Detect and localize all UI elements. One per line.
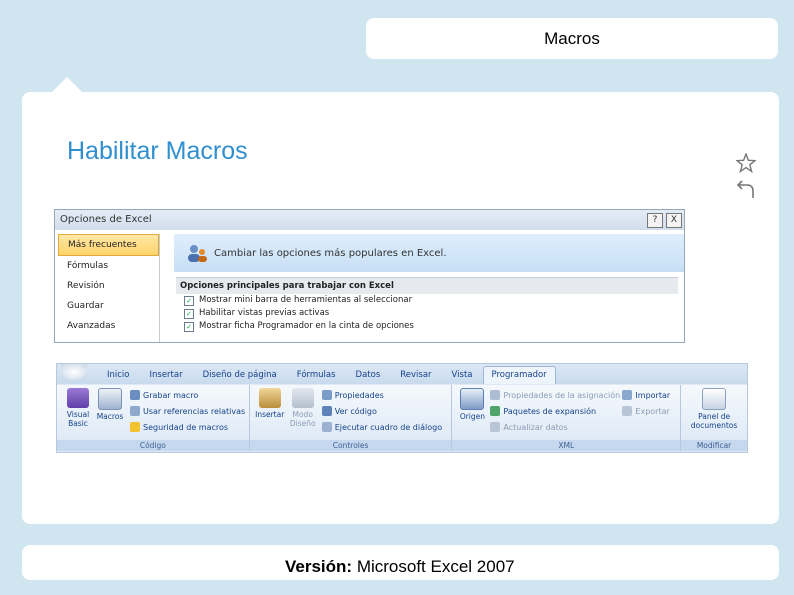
document-panel-button[interactable]: Panel de documentos — [689, 388, 739, 430]
tab-diseno-pagina[interactable]: Diseño de página — [193, 370, 287, 384]
tab-revisar[interactable]: Revisar — [390, 370, 441, 384]
sidebar-item-mas-frecuentes[interactable]: Más frecuentes — [58, 234, 159, 256]
export-button[interactable]: Exportar — [622, 405, 670, 417]
macro-security-button[interactable]: Seguridad de macros — [130, 421, 228, 433]
version-value: Microsoft Excel 2007 — [352, 557, 515, 576]
title-text: Macros — [544, 28, 600, 48]
record-macro-button[interactable]: Grabar macro — [130, 389, 198, 401]
group-label-codigo: Código — [57, 440, 249, 451]
visual-basic-button[interactable]: Visual Basic — [61, 388, 95, 428]
xml-source-button[interactable]: Origen — [455, 388, 489, 421]
tab-datos[interactable]: Datos — [346, 370, 391, 384]
sidebar-item-avanzadas[interactable]: Avanzadas — [58, 316, 159, 336]
users-icon — [188, 245, 207, 262]
banner-text: Cambiar las opciones más populares en Ex… — [214, 247, 447, 259]
tab-vista[interactable]: Vista — [442, 370, 483, 384]
map-icon — [490, 390, 501, 400]
group-label-modificar: Modificar — [681, 440, 747, 451]
group-xml: Origen Propiedades de la asignación Paqu… — [452, 385, 682, 451]
design-mode-icon — [291, 388, 314, 408]
properties-button[interactable]: Propiedades — [321, 389, 384, 401]
export-icon — [622, 406, 633, 416]
footer-text: Versión: Microsoft Excel 2007 — [285, 557, 515, 577]
dialog-icon — [321, 422, 332, 432]
slide-heading: Habilitar Macros — [67, 137, 248, 165]
tab-formulas[interactable]: Fórmulas — [287, 370, 346, 384]
back-arrow-icon[interactable] — [736, 179, 756, 199]
group-label-controles: Controles — [249, 440, 452, 451]
refresh-data-button[interactable]: Actualizar datos — [490, 421, 568, 433]
grid-icon — [130, 406, 140, 416]
macros-icon — [98, 388, 122, 410]
warning-icon — [130, 422, 140, 432]
group-codigo: Visual Basic Macros Grabar macro Usar re… — [57, 385, 250, 451]
insert-control-button[interactable]: Insertar — [253, 388, 287, 419]
section-header: Opciones principales para trabajar con E… — [176, 277, 678, 294]
excel-options-dialog: Opciones de Excel ? X Más frecuentes Fór… — [54, 209, 685, 343]
checkbox-checked[interactable]: ✓ — [184, 321, 194, 332]
tab-programador[interactable]: Programador — [482, 366, 556, 384]
properties-icon — [321, 390, 332, 400]
expansion-packs-button[interactable]: Paquetes de expansión — [490, 405, 596, 417]
version-label: Versión: — [285, 557, 353, 576]
tab-insertar[interactable]: Insertar — [140, 370, 193, 384]
close-button[interactable]: X — [666, 213, 682, 228]
group-controles: Insertar Modo Diseño Propiedades Ver cód… — [249, 385, 453, 451]
ribbon-tabs: Inicio Insertar Diseño de página Fórmula… — [57, 364, 747, 384]
option-row[interactable]: ✓ Mostrar ficha Programador en la cinta d… — [174, 320, 684, 333]
design-mode-button[interactable]: Modo Diseño — [286, 388, 320, 428]
tab-inicio[interactable]: Inicio — [97, 370, 140, 384]
sidebar-item-revision[interactable]: Revisión — [58, 276, 159, 296]
import-button[interactable]: Importar — [622, 389, 670, 401]
sidebar-item-guardar[interactable]: Guardar — [58, 296, 159, 316]
group-label-xml: XML — [452, 440, 681, 451]
view-code-button[interactable]: Ver código — [321, 405, 377, 417]
import-icon — [622, 390, 633, 400]
record-icon — [130, 390, 140, 400]
refresh-icon — [490, 422, 501, 432]
toolbox-icon — [258, 388, 281, 408]
help-button[interactable]: ? — [647, 213, 663, 228]
dialog-titlebar: Opciones de Excel ? X — [55, 210, 684, 230]
run-dialog-button[interactable]: Ejecutar cuadro de diálogo — [321, 421, 442, 433]
option-row[interactable]: ✓ Mostrar mini barra de herramientas al s… — [174, 294, 684, 307]
package-icon — [490, 406, 501, 416]
sidebar-item-formulas[interactable]: Fórmulas — [58, 256, 159, 276]
relative-refs-button[interactable]: Usar referencias relativas — [130, 405, 245, 417]
option-row[interactable]: ✓ Habilitar vistas previas activas — [174, 307, 684, 320]
ribbon-body: Visual Basic Macros Grabar macro Usar re… — [57, 385, 747, 452]
source-icon — [460, 388, 485, 410]
checkbox-checked[interactable]: ✓ — [184, 295, 194, 306]
visual-basic-icon — [67, 388, 89, 408]
star-outline-icon[interactable] — [736, 153, 756, 173]
dialog-sidebar: Más frecuentes Fórmulas Revisión Guardar… — [58, 234, 160, 342]
checkbox-checked[interactable]: ✓ — [184, 308, 194, 319]
code-icon — [321, 406, 332, 416]
map-properties-button[interactable]: Propiedades de la asignación — [490, 389, 620, 401]
panel-notch — [52, 77, 82, 92]
dialog-main: Cambiar las opciones más populares en Ex… — [174, 234, 684, 342]
title-bar: Macros — [366, 18, 778, 59]
macros-button[interactable]: Macros — [93, 388, 127, 421]
side-icons — [736, 153, 758, 205]
excel-ribbon: Inicio Insertar Diseño de página Fórmula… — [56, 363, 748, 453]
group-modificar: Panel de documentos Modificar — [681, 385, 747, 451]
dialog-title: Opciones de Excel — [60, 214, 152, 225]
document-panel-icon — [702, 388, 727, 410]
dialog-banner: Cambiar las opciones más populares en Ex… — [174, 234, 684, 272]
